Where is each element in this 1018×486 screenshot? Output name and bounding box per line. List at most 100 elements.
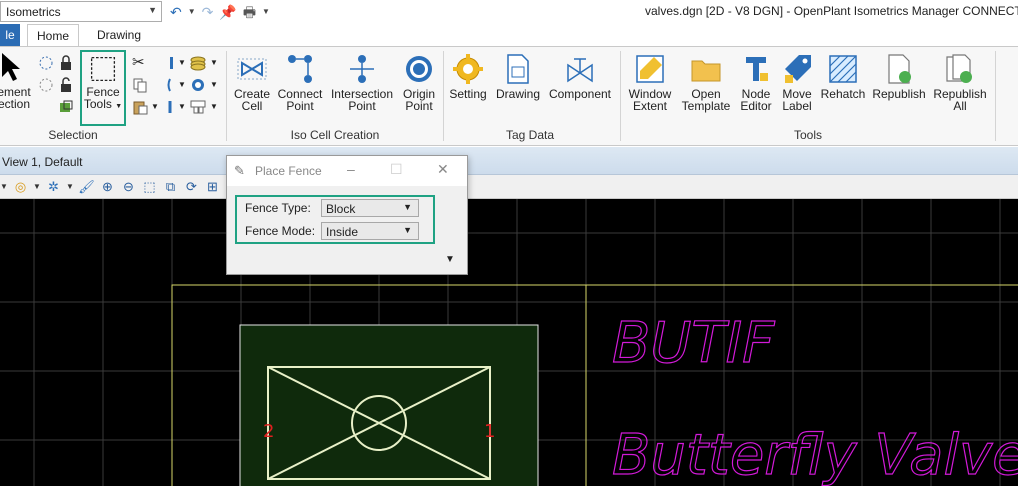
origin-point-icon <box>406 56 432 82</box>
window-area-icon[interactable]: ⬚ <box>141 178 158 195</box>
chevron-down-icon: ▼ <box>403 225 412 235</box>
fence-area <box>239 324 539 486</box>
origin-point-button[interactable]: Origin Point <box>398 53 440 112</box>
dialog-title: Place Fence <box>255 164 322 178</box>
grid-dropdown-icon[interactable]: ▼ <box>210 102 226 118</box>
cell-name-text: BUTIF <box>612 311 775 376</box>
zoom-in-icon[interactable]: ⊕ <box>99 178 116 195</box>
print-icon[interactable]: 🖶 <box>243 4 256 20</box>
app-window: Isometrics ▼ ↶ ▼ ↷ 📌 🖶 ▼ valves.dgn [2D … <box>0 0 1018 486</box>
lock-icon[interactable] <box>58 55 74 71</box>
cut-icon[interactable]: ✂ <box>132 55 148 71</box>
unlock-icon[interactable] <box>58 77 74 93</box>
view-toolbar: ▼ ◎ ▼ ✲ ▼ 🖌 ⊕ ⊖ ⬚ ⧉ ⟳ ⊞ <box>0 175 1018 199</box>
group-label-iso-cell-creation: Iso Cell Creation <box>290 128 380 142</box>
undo-icon[interactable]: ↶ <box>170 4 182 20</box>
republish-button[interactable]: Republish <box>870 53 928 100</box>
canvas-drawing: 2 1 BUTIF Butterfly Valve <box>0 199 1018 486</box>
workflow-dropdown[interactable]: Isometrics ▼ <box>0 1 162 22</box>
hatch-icon <box>829 55 857 83</box>
render-settings-icon[interactable]: ✲ <box>45 178 62 195</box>
drawing-tag-button[interactable]: Drawing <box>494 53 542 100</box>
drawing-canvas[interactable]: 2 1 BUTIF Butterfly Valve <box>0 199 1018 486</box>
window-extent-button[interactable]: Window Extent <box>626 53 674 112</box>
minimize-icon[interactable]: – <box>347 161 355 177</box>
pan-view-icon[interactable]: ⊞ <box>204 178 221 195</box>
window-title: valves.dgn [2D - V8 DGN] - OpenPlant Iso… <box>645 4 1018 18</box>
view-display-icon[interactable]: ◎ <box>12 178 29 195</box>
group-separator <box>995 51 996 141</box>
layers-dropdown-icon[interactable]: ▼ <box>210 58 226 74</box>
maximize-icon[interactable]: ☐ <box>390 161 403 178</box>
republish-all-button[interactable]: Republish All <box>930 53 990 112</box>
rehatch-button[interactable]: Rehatch <box>818 53 868 100</box>
workflow-value: Isometrics <box>6 5 61 19</box>
republish-all-icon <box>946 54 972 83</box>
group-label-tag-data: Tag Data <box>505 128 555 142</box>
fence-type-select[interactable]: Block ▼ <box>321 199 419 217</box>
gear-icon <box>453 54 483 84</box>
intersection-point-button[interactable]: Intersection Point <box>330 53 394 112</box>
chevron-down-icon: ▼ <box>148 5 157 15</box>
element-selection-button[interactable]: ement ection <box>0 51 36 110</box>
create-cell-button[interactable]: Create Cell <box>232 53 272 112</box>
select-all-icon[interactable] <box>38 55 54 71</box>
zoom-out-icon[interactable]: ⊖ <box>120 178 137 195</box>
quick-access-toolbar: ↶ ▼ ↷ 📌 🖶 ▼ <box>170 3 270 21</box>
paste-icon[interactable] <box>132 99 148 115</box>
fence-mode-select[interactable]: Inside ▼ <box>321 222 419 240</box>
pin-icon[interactable]: 📌 <box>219 4 236 20</box>
fence-mode-value: Inside <box>326 225 359 239</box>
render-settings-dropdown-icon[interactable]: ▼ <box>66 178 74 195</box>
ribbon: ement ection Fence Tools ▼ ✂ ▼ ▼ ▼ ▼ ▼ ▼… <box>0 46 1018 146</box>
view-title: View 1, Default <box>2 155 83 169</box>
select-by-level-icon[interactable] <box>58 99 74 115</box>
setting-button[interactable]: Setting <box>448 53 488 100</box>
fence-mode-label: Fence Mode: <box>245 224 316 238</box>
create-cell-icon <box>237 58 267 80</box>
grid-icon[interactable] <box>190 99 206 115</box>
rotate-view-icon[interactable]: ⟳ <box>183 178 200 195</box>
open-template-button[interactable]: Open Template <box>680 53 732 112</box>
component-button[interactable]: Component <box>548 53 612 100</box>
place-fence-dialog: ✎ Place Fence – ☐ ✕ Fence Type: Block ▼ … <box>226 155 468 275</box>
fence-type-label: Fence Type: <box>245 201 311 215</box>
chevron-down-icon: ▼ <box>403 202 412 212</box>
paste-dropdown-icon[interactable]: ▼ <box>151 102 167 118</box>
node-editor-icon <box>746 57 768 81</box>
drawing-document-icon <box>507 54 529 84</box>
label-tag-icon <box>785 55 811 83</box>
undo-dropdown-icon[interactable]: ▼ <box>188 4 196 20</box>
group-separator <box>443 51 444 141</box>
tab-file[interactable]: le <box>0 24 20 46</box>
connect-point-icon <box>288 55 312 83</box>
view-title-bar: View 1, Default <box>0 147 1018 175</box>
view-attributes-dropdown-icon[interactable]: ▼ <box>0 178 8 195</box>
fence-type-value: Block <box>326 202 356 216</box>
view-display-dropdown-icon[interactable]: ▼ <box>33 178 41 195</box>
move-label-button[interactable]: Move Label <box>778 53 816 112</box>
fit-view-icon[interactable]: ⧉ <box>162 178 179 195</box>
folder-icon <box>691 60 721 82</box>
update-view-icon[interactable]: 🖌 <box>78 178 95 195</box>
connect-point-button[interactable]: Connect Point <box>276 53 324 112</box>
tab-home[interactable]: Home <box>27 24 79 47</box>
window-extent-icon <box>636 55 664 83</box>
tab-drawing[interactable]: Drawing <box>86 24 152 46</box>
republish-icon <box>888 54 911 84</box>
color-icon[interactable] <box>190 77 206 93</box>
customize-qat-icon[interactable]: ▼ <box>262 4 270 20</box>
group-separator <box>620 51 621 141</box>
node-editor-button[interactable]: Node Editor <box>736 53 776 112</box>
expand-dialog-icon[interactable]: ▼ <box>445 254 455 265</box>
copy-icon[interactable] <box>132 77 148 93</box>
dialog-title-bar[interactable]: ✎ Place Fence – ☐ ✕ <box>227 156 467 186</box>
ribbon-tabs: le Home Drawing <box>0 24 1018 47</box>
node-label-left: 2 <box>263 421 274 442</box>
color-dropdown-icon[interactable]: ▼ <box>210 80 226 96</box>
deselect-icon[interactable] <box>38 77 54 93</box>
close-icon[interactable]: ✕ <box>437 161 449 178</box>
layers-icon[interactable] <box>190 55 206 71</box>
redo-icon[interactable]: ↷ <box>202 4 214 20</box>
valve-component-icon <box>567 58 593 83</box>
